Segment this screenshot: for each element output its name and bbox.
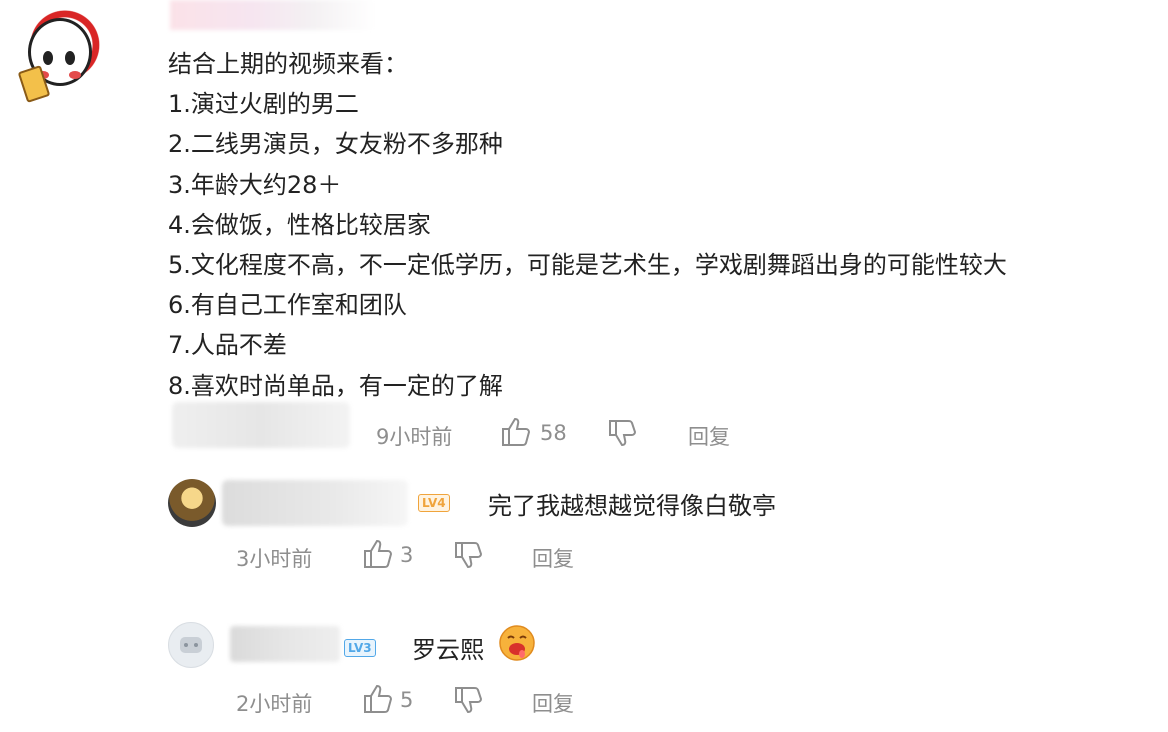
comment-line: 4.会做饭，性格比较居家 [168,210,431,239]
reply-button[interactable]: 回复 [532,543,574,573]
comment-line: 结合上期的视频来看： [168,50,408,78]
level-badge: LV3 [344,639,376,657]
comment-line: 2.二线男演员，女友粉不多那种 [168,130,503,159]
like-count: 58 [540,421,567,445]
reply-button[interactable]: 回复 [688,421,730,451]
reply-time: 3小时前 [236,547,313,571]
main-commenter-avatar[interactable] [0,0,118,103]
reply-text: 罗云熙 [412,636,484,664]
reply-time: 2小时前 [236,692,313,716]
reply-button[interactable]: 回复 [532,688,574,718]
comment-line: 5.文化程度不高，不一定低学历，可能是艺术生，学戏剧舞蹈出身的可能性较大 [168,251,1007,280]
eye-right [65,51,75,65]
blurred-username-main [172,402,350,448]
thumbs-down-icon[interactable] [607,419,637,447]
anime-boy-avatar[interactable] [168,479,216,527]
drooling-emoji-icon [498,624,536,662]
blurred-username-reply-1 [222,480,408,526]
eye-left [43,51,53,65]
comment-line: 1.演过火剧的男二 [168,90,359,119]
thumbs-up-icon[interactable] [500,417,532,447]
thumbs-down-icon[interactable] [453,686,483,714]
comment-line: 6.有自己工作室和团队 [168,291,407,320]
like-count: 3 [400,543,414,567]
reply-text: 完了我越想越觉得像白敬亭 [488,492,776,520]
robot-default-avatar[interactable] [168,622,214,668]
like-count: 5 [400,688,414,712]
thumbs-up-icon[interactable] [362,539,394,569]
robot-face-icon [180,637,202,653]
comment-time: 9小时前 [376,425,453,449]
blurred-username-top [170,0,375,30]
blurred-username-reply-2 [230,626,340,662]
main-comment-text: 结合上期的视频来看： 1.演过火剧的男二 2.二线男演员，女友粉不多那种 3.年… [168,44,1158,406]
level-badge: LV4 [418,494,450,512]
comment-line: 7.人品不差 [168,331,287,360]
cheek-right [69,71,81,79]
thumbs-up-icon[interactable] [362,684,394,714]
thumbs-down-icon[interactable] [453,541,483,569]
comment-line: 8.喜欢时尚单品，有一定的了解 [168,371,503,400]
comment-line: 3.年龄大约28＋ [168,170,342,199]
